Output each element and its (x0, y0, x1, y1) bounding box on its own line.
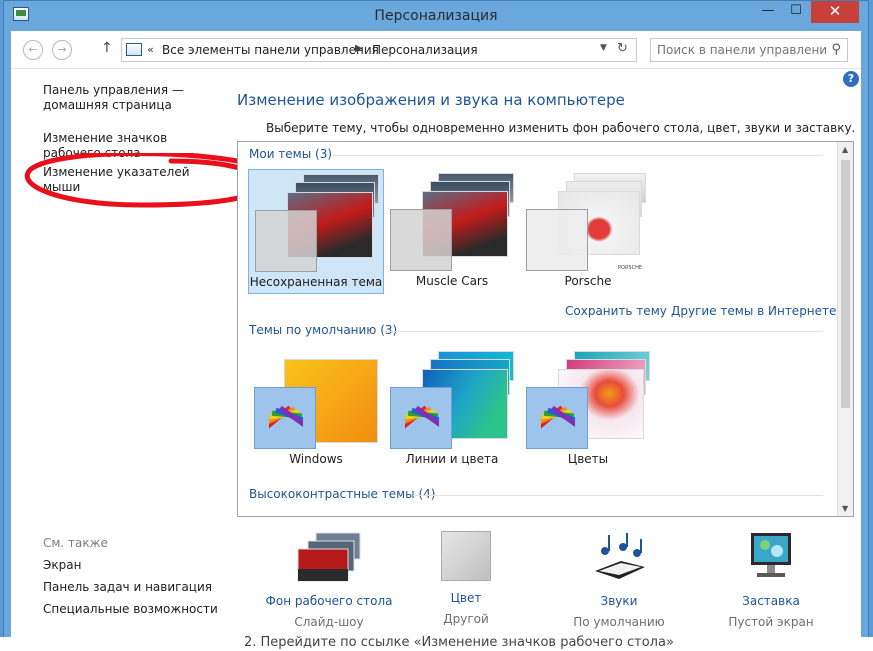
vertical-scrollbar[interactable]: ▲ ▼ (837, 142, 853, 516)
see-also-link-taskbar[interactable]: Панель задач и навигация (43, 580, 218, 594)
close-button[interactable]: ✕ (811, 1, 859, 23)
scroll-down-icon[interactable]: ▼ (842, 504, 848, 513)
theme-thumbnail (390, 351, 514, 449)
desktop-background-value: Слайд-шоу (294, 615, 364, 629)
theme-label: Линии и цвета (405, 452, 499, 466)
window: Персонализация — ☐ ✕ ← → ↑ « Все элемент… (3, 0, 869, 642)
theme-thumbnail (254, 351, 378, 449)
screensaver-value: Пустой экран (728, 615, 814, 629)
theme-label: Несохраненная тема (249, 275, 383, 289)
theme-thumbnail (526, 351, 650, 449)
window-glass-thumbnail (255, 210, 317, 272)
sounds-item[interactable]: Звуки По умолчанию (559, 531, 679, 629)
screensaver-item[interactable]: Заставка Пустой экран (721, 531, 821, 629)
color-swatch-icon (441, 531, 491, 581)
theme-thumbnail (255, 174, 379, 272)
online-themes-link[interactable]: Другие темы в Интернете (671, 304, 836, 318)
window-glass-thumbnail (526, 209, 588, 271)
breadcrumb-separator[interactable]: ▶ (355, 43, 363, 54)
sounds-value: По умолчанию (573, 615, 665, 629)
search-box[interactable]: ⚲ (650, 38, 848, 62)
save-theme-link[interactable]: Сохранить тему (565, 304, 667, 318)
forward-button[interactable]: → (52, 40, 72, 60)
search-input[interactable] (651, 39, 826, 61)
document-caption: 2. Перейдите по ссылке «Изменение значко… (244, 635, 674, 650)
screensaver-icon (751, 533, 791, 577)
page-subtitle: Выберите тему, чтобы одновременно измени… (266, 121, 856, 135)
group-high-contrast-themes[interactable]: Высококонтрастные темы (4) (249, 487, 435, 501)
color-palette-icon (405, 405, 439, 429)
window-content: ← → ↑ « Все элементы панели управления ▶… (11, 31, 861, 638)
help-icon[interactable]: ? (843, 71, 859, 87)
theme-lines-and-colors[interactable]: Линии и цвета (384, 347, 520, 472)
see-also-link-accessibility[interactable]: Специальные возможности (43, 602, 218, 616)
palette-thumbnail (254, 387, 316, 449)
porsche-logo: PORSCHE (618, 265, 643, 271)
theme-unsaved[interactable]: Несохраненная тема (248, 169, 384, 294)
theme-windows[interactable]: Windows (248, 347, 384, 472)
minimize-button[interactable]: — (754, 1, 782, 23)
maximize-button[interactable]: ☐ (782, 1, 810, 23)
back-button[interactable]: ← (23, 40, 43, 60)
scroll-up-icon[interactable]: ▲ (842, 145, 848, 154)
desktop-background-item[interactable]: Фон рабочего стола Слайд-шоу (249, 531, 409, 629)
address-bar[interactable]: « Все элементы панели управления ▶ Персо… (121, 38, 637, 62)
theme-porsche[interactable]: PORSCHE Porsche (520, 169, 656, 294)
title-bar[interactable]: Персонализация — ☐ ✕ (4, 1, 868, 31)
window-title: Персонализация (374, 8, 498, 24)
scrollbar-thumb[interactable] (841, 160, 850, 408)
sidebar-link-desktop-icons[interactable]: Изменение значков рабочего стола (43, 131, 213, 161)
sidebar-link-home[interactable]: Панель управления — домашняя страница (43, 83, 233, 113)
theme-thumbnail (390, 173, 514, 271)
address-dropdown-icon[interactable]: ▼ (600, 43, 607, 53)
theme-flowers[interactable]: Цветы (520, 347, 656, 472)
up-button[interactable]: ↑ (101, 40, 113, 56)
document-caption-strip: 2. Перейдите по ссылке «Изменение значко… (0, 635, 873, 651)
theme-label: Muscle Cars (415, 274, 489, 288)
see-also-link-display[interactable]: Экран (43, 558, 218, 572)
page-title: Изменение изображения и звука на компьют… (237, 91, 625, 109)
theme-label: Цветы (567, 452, 609, 466)
color-palette-icon (541, 405, 575, 429)
breadcrumb-personalization[interactable]: Персонализация (372, 43, 478, 57)
theme-thumbnail: PORSCHE (526, 173, 650, 271)
screensaver-link[interactable]: Заставка (721, 594, 821, 608)
color-palette-icon (269, 405, 303, 429)
navigation-bar: ← → ↑ « Все элементы панели управления ▶… (11, 31, 861, 69)
theme-list[interactable]: Мои темы (3) Несохраненная тема Muscle C… (237, 141, 854, 517)
sidebar-link-mouse-pointers[interactable]: Изменение указателей мыши (43, 165, 213, 195)
desktop-background-icon (297, 532, 361, 582)
window-glass-thumbnail (390, 209, 452, 271)
color-item[interactable]: Цвет Другой (416, 531, 516, 626)
group-divider (413, 495, 823, 496)
palette-thumbnail (390, 387, 452, 449)
palette-thumbnail (526, 387, 588, 449)
group-divider (383, 331, 823, 332)
see-also-heading: См. также (43, 536, 108, 550)
search-icon[interactable]: ⚲ (831, 42, 841, 57)
refresh-icon[interactable]: ↻ (617, 41, 628, 56)
desktop-background-link[interactable]: Фон рабочего стола (249, 594, 409, 608)
control-panel-icon (126, 43, 142, 56)
see-also-section: См. также Экран Панель задач и навигация… (43, 536, 218, 624)
group-default-themes[interactable]: Темы по умолчанию (3) (249, 323, 397, 337)
group-divider (333, 155, 823, 156)
theme-label: Windows (289, 452, 343, 466)
sounds-link[interactable]: Звуки (559, 594, 679, 608)
screenshot-frame: Персонализация — ☐ ✕ ← → ↑ « Все элемент… (0, 0, 873, 651)
theme-muscle-cars[interactable]: Muscle Cars (384, 169, 520, 294)
theme-label: Porsche (564, 274, 612, 288)
color-value: Другой (443, 612, 489, 626)
sounds-icon (595, 533, 645, 579)
breadcrumb-overflow[interactable]: « (147, 43, 154, 56)
breadcrumb-all-items[interactable]: Все элементы панели управления (162, 43, 379, 57)
group-my-themes[interactable]: Мои темы (3) (249, 147, 332, 161)
color-link[interactable]: Цвет (416, 591, 516, 605)
